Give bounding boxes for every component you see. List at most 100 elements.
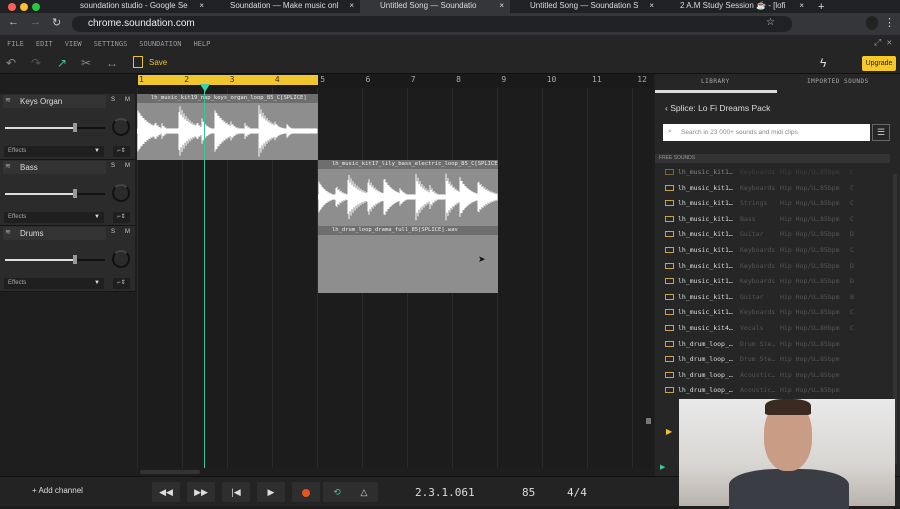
upgrade-button[interactable]: Upgrade bbox=[862, 56, 896, 71]
reload-icon[interactable]: ↻ bbox=[52, 16, 61, 29]
solo-button[interactable]: S bbox=[111, 229, 115, 235]
pan-knob[interactable] bbox=[112, 250, 130, 268]
bar-number[interactable]: 6 bbox=[366, 75, 371, 84]
automation-button[interactable]: ⌐⇕ bbox=[113, 212, 130, 223]
pack-title[interactable]: ‹ Splice: Lo Fi Dreams Pack bbox=[665, 103, 770, 113]
track-name[interactable]: Drums bbox=[3, 227, 106, 240]
playhead[interactable] bbox=[204, 84, 205, 468]
back-icon[interactable]: ← bbox=[8, 16, 19, 28]
fast-forward-button[interactable]: ▶▶ bbox=[187, 482, 215, 502]
pointer-tool-icon[interactable]: ↗ bbox=[57, 56, 67, 70]
timeline-ruler[interactable]: 1 2 3 4 5 6 7 8 9 10 11 12 bbox=[137, 74, 653, 88]
audio-clip[interactable]: lh_music_kit17_lily_bass_electric_loop_8… bbox=[318, 160, 498, 226]
menu-settings[interactable]: SETTINGS bbox=[94, 40, 128, 48]
browser-tab[interactable]: Soundation — Make music onl × bbox=[210, 0, 360, 13]
window-controls[interactable] bbox=[0, 0, 60, 13]
add-channel-button[interactable]: + Add channel bbox=[32, 486, 83, 495]
bar-number[interactable]: 5 bbox=[320, 75, 325, 84]
bar-number[interactable]: 10 bbox=[547, 75, 557, 84]
effects-dropdown[interactable]: Effects ▼ bbox=[4, 212, 104, 223]
forward-icon[interactable]: → bbox=[30, 16, 41, 28]
sound-list-item[interactable]: lh_music_kit1… Strings Hip Hop/U… 85bpm C bbox=[665, 197, 854, 209]
close-icon[interactable]: × bbox=[799, 0, 804, 11]
track-header[interactable]: Keys Organ ≋ S M Effects ▼ ⌐⇕ bbox=[0, 94, 135, 160]
bookmark-star-icon[interactable]: ☆ bbox=[766, 17, 775, 28]
solo-button[interactable]: S bbox=[111, 163, 115, 169]
sound-list-item[interactable]: lh_drum_loop_… Drum Ste… Hip Hop/U… 85bpm bbox=[665, 353, 850, 365]
tab-library[interactable]: LIBRARY bbox=[701, 78, 730, 85]
browser-tab[interactable]: soundation studio - Google Se × bbox=[60, 0, 210, 13]
audio-clip-selected[interactable]: lh_drum_loop_drama_full_85[SPLICE].wav ➤ bbox=[318, 226, 498, 293]
bar-number[interactable]: 4 bbox=[275, 75, 280, 84]
browser-tab[interactable]: Untitled Song — Soundation S × bbox=[510, 0, 660, 13]
pan-knob[interactable] bbox=[112, 184, 130, 202]
filter-button[interactable]: ☰ bbox=[872, 124, 890, 141]
playhead-handle[interactable] bbox=[200, 84, 210, 92]
tab-imported-sounds[interactable]: IMPORTED SOUNDS bbox=[807, 78, 869, 85]
time-signature-display[interactable]: 4/4 bbox=[567, 486, 587, 499]
menu-view[interactable]: VIEW bbox=[65, 40, 82, 48]
cut-tool-icon[interactable]: ✂ bbox=[81, 56, 91, 70]
sound-list-item[interactable]: lh_music_kit4… Vocals Hip Hop/U… 80bpm C bbox=[665, 322, 854, 334]
stretch-tool-icon[interactable]: ↔ bbox=[106, 56, 118, 70]
menu-soundation[interactable]: SOUNDATION bbox=[139, 40, 181, 48]
sound-list-item[interactable]: lh_music_kit1… Keyboards Hip Hop/U… 85bpm D bbox=[665, 275, 854, 287]
bar-number[interactable]: 12 bbox=[637, 75, 647, 84]
sound-list-item[interactable]: lh_music_kit1… Keyboards Hip Hop/U… 85bpm C bbox=[665, 166, 854, 178]
bar-number[interactable]: 8 bbox=[456, 75, 461, 84]
loop-button[interactable]: ⟲ bbox=[323, 482, 351, 502]
mute-button[interactable]: M bbox=[125, 229, 130, 235]
skip-to-start-button[interactable]: |◀ bbox=[222, 482, 250, 502]
tempo-display[interactable]: 85 bbox=[522, 486, 535, 499]
audio-clip[interactable]: lh_music_kit19_nap_keys_organ_loop_85_C[… bbox=[137, 94, 318, 160]
bar-number[interactable]: 3 bbox=[230, 75, 235, 84]
lightning-icon[interactable]: ϟ bbox=[820, 56, 826, 70]
browser-tab[interactable]: 2 A.M Study Session ☕ - [lofi × bbox=[660, 0, 810, 13]
menu-kebab-icon[interactable]: ⋮ bbox=[884, 16, 895, 29]
sound-list-item[interactable]: lh_music_kit1… Guitar Hip Hop/U… 85bpm D bbox=[665, 228, 854, 240]
solo-button[interactable]: S bbox=[111, 97, 115, 103]
search-input[interactable]: Search in 23 000+ sounds and midi clips bbox=[663, 124, 870, 141]
menu-file[interactable]: FILE bbox=[7, 40, 24, 48]
zoom-slider-handle[interactable] bbox=[646, 418, 651, 424]
position-display[interactable]: 2.3.1.061 bbox=[415, 486, 475, 499]
new-tab-button[interactable]: + bbox=[810, 1, 832, 13]
horizontal-scrollbar[interactable] bbox=[140, 470, 200, 474]
redo-icon[interactable]: ↷ bbox=[31, 56, 41, 70]
menu-edit[interactable]: EDIT bbox=[36, 40, 53, 48]
close-icon[interactable]: × bbox=[199, 0, 204, 11]
volume-slider[interactable] bbox=[5, 255, 105, 264]
sound-list-item[interactable]: lh_music_kit1… Keyboards Hip Hop/U… 85bpm C bbox=[665, 182, 854, 194]
play-button[interactable]: ▶ bbox=[257, 482, 285, 502]
automation-button[interactable]: ⌐⇕ bbox=[113, 146, 130, 157]
effects-dropdown[interactable]: Effects ▼ bbox=[4, 146, 104, 157]
track-name[interactable]: Keys Organ bbox=[3, 95, 106, 108]
volume-slider[interactable] bbox=[5, 189, 105, 198]
sound-list-item[interactable]: lh_music_kit1… Guitar Hip Hop/U… 85bpm B bbox=[665, 291, 854, 303]
mute-button[interactable]: M bbox=[125, 97, 130, 103]
sound-list-item[interactable]: lh_drum_loop_… Acoustic… Hip Hop/U… 85bpm bbox=[665, 384, 850, 396]
bar-number[interactable]: 11 bbox=[592, 75, 602, 84]
browser-tab-active[interactable]: Untitled Song — Soundatio × bbox=[360, 0, 510, 13]
sound-list-item[interactable]: lh_music_kit1… Keyboards Hip Hop/U… 85bpm D bbox=[665, 260, 854, 272]
fullscreen-close-icons[interactable]: ⤢ ✕ bbox=[874, 38, 892, 48]
play-icon[interactable]: ▶ bbox=[660, 463, 665, 471]
metronome-button[interactable]: △ bbox=[350, 482, 378, 502]
bar-number[interactable]: 2 bbox=[184, 75, 189, 84]
volume-slider[interactable] bbox=[5, 123, 105, 132]
track-header[interactable]: Bass ≋ S M Effects ▼ ⌐⇕ bbox=[0, 160, 135, 226]
track-header[interactable]: Drums ≋ S M Effects ▼ ⌐⇕ bbox=[0, 226, 135, 292]
profile-avatar[interactable] bbox=[866, 16, 878, 30]
url-input[interactable]: chrome.soundation.com bbox=[72, 16, 792, 32]
automation-button[interactable]: ⌐⇕ bbox=[113, 278, 130, 289]
mute-button[interactable]: M bbox=[125, 163, 130, 169]
record-button[interactable] bbox=[292, 482, 320, 502]
rewind-button[interactable]: ◀◀ bbox=[152, 482, 180, 502]
bar-number[interactable]: 1 bbox=[139, 75, 144, 84]
bar-number[interactable]: 9 bbox=[501, 75, 506, 84]
sound-list-item[interactable]: lh_drum_loop_… Acoustic… Hip Hop/U… 85bpm bbox=[665, 369, 850, 381]
sound-list-item[interactable]: lh_music_kit1… Keyboards Hip Hop/U… 85bpm C bbox=[665, 306, 854, 318]
effects-dropdown[interactable]: Effects ▼ bbox=[4, 278, 104, 289]
close-icon[interactable]: × bbox=[499, 0, 504, 11]
sound-list-item[interactable]: lh_music_kit1… Keyboards Hip Hop/U… 85bpm C bbox=[665, 244, 854, 256]
